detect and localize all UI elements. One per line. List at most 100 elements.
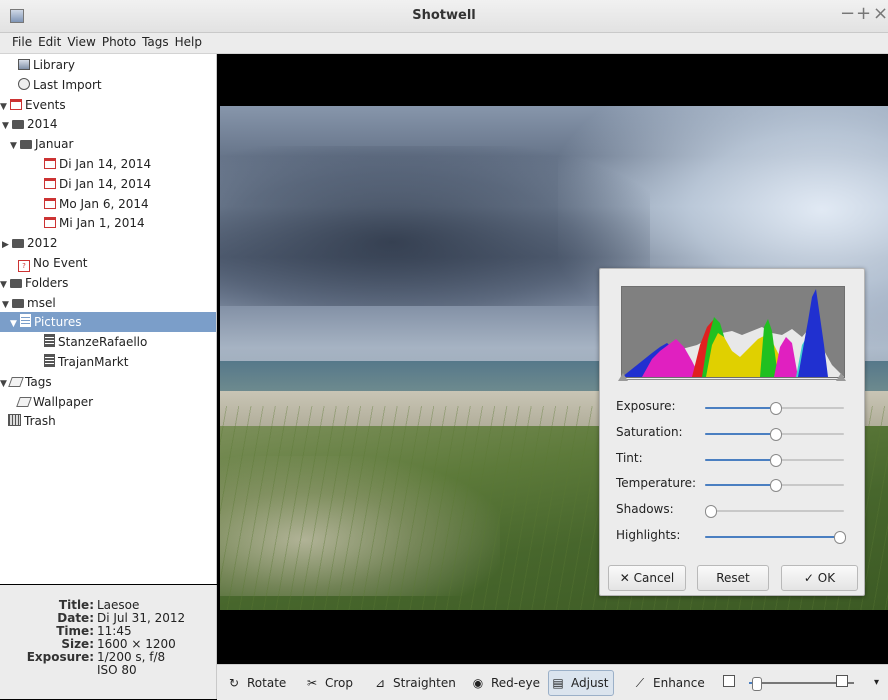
tag-icon [16, 396, 32, 407]
menu-help[interactable]: Help [172, 33, 205, 49]
adjust-slider[interactable] [705, 453, 844, 467]
folder-icon [12, 239, 24, 249]
adjust-slider[interactable] [705, 531, 846, 544]
close-button[interactable]: × [873, 5, 888, 23]
window-title: Shotwell [412, 8, 476, 23]
document-icon [44, 334, 55, 348]
adjust-slider[interactable] [705, 505, 844, 519]
folder-icon [10, 278, 22, 288]
sidebar-item[interactable]: TrajanMarkt [0, 352, 216, 372]
tag-icon [8, 376, 24, 387]
histogram-black-point-handle[interactable] [618, 373, 628, 381]
sidebar-item-label: Mo Jan 6, 2014 [59, 196, 149, 211]
menu-tags[interactable]: Tags [139, 33, 172, 49]
adjust-label: Shadows: [616, 502, 674, 517]
sidebar-item-label: No Event [33, 256, 88, 270]
sidebar-item[interactable]: Mi Jan 1, 2014 [0, 213, 216, 233]
cancel-button[interactable]: ✕ Cancel [608, 565, 686, 591]
sidebar-item-label: Last Import [33, 77, 102, 92]
folder-icon [12, 120, 24, 130]
sidebar-item-label: Di Jan 14, 2014 [59, 176, 152, 191]
title-bar: Shotwell − + × [0, 0, 888, 33]
adjust-slider-knob[interactable] [769, 453, 782, 467]
adjust-slider-knob[interactable] [769, 479, 782, 493]
photo-info-pane: Title: Laesoe Date: Di Jul 31, 2012 Time: 11:… [0, 585, 217, 699]
sidebar-item[interactable]: Di Jan 14, 2014 [0, 154, 216, 174]
sidebar-item[interactable]: StanzeRafaello [0, 332, 216, 352]
document-icon [44, 354, 55, 367]
menu-photo[interactable]: Photo [99, 33, 139, 49]
sidebar-item[interactable]: ▼ Tags [0, 372, 216, 392]
sidebar-item[interactable]: Wallpaper [0, 392, 216, 412]
adjust-slider[interactable] [705, 427, 844, 441]
adjust-row: Exposure: [616, 397, 856, 417]
event-icon [44, 217, 56, 229]
adjust-slider-knob[interactable] [769, 427, 782, 441]
event-icon [44, 158, 56, 169]
sidebar-item-label: StanzeRafaello [58, 335, 148, 350]
sidebar-item[interactable]: Mo Jan 6, 2014 [0, 194, 216, 214]
menu-view[interactable]: View [64, 33, 98, 49]
adjust-slider[interactable] [705, 402, 844, 415]
sidebar-item-label: Pictures [34, 315, 82, 330]
document-icon [20, 314, 31, 328]
sidebar-item-label: Di Jan 14, 2014 [59, 157, 152, 171]
info-value: ISO 80 [97, 663, 137, 677]
sidebar-item[interactable]: ▼ Januar [0, 134, 216, 154]
sidebar-item[interactable]: ▼ Folders [0, 273, 216, 293]
ok-button[interactable]: ✓ OK [781, 565, 858, 591]
enhance-button[interactable]: ⟋ Enhance [631, 672, 705, 694]
sidebar-item-label: Library [33, 58, 75, 72]
sidebar-item-label: TrajanMarkt [58, 355, 129, 369]
sidebar-item-label: Januar [35, 137, 74, 152]
straighten-button[interactable]: ⊿ Straighten [371, 672, 456, 694]
adjust-row: Highlights: [616, 526, 856, 546]
minimize-button[interactable]: − [840, 5, 855, 23]
histogram-graph [622, 289, 844, 377]
event-icon [44, 177, 56, 189]
adjust-row: Tint: [616, 449, 856, 469]
menu-file[interactable]: File [0, 33, 35, 49]
crop-button[interactable]: ✂ Crop [303, 672, 353, 694]
reset-button[interactable]: Reset [697, 565, 769, 591]
sidebar-item-label: Tags [25, 374, 52, 389]
sidebar-item[interactable]: Di Jan 14, 2014 [0, 174, 216, 194]
straighten-icon: ⊿ [374, 676, 386, 690]
adjust-label: Exposure: [616, 399, 676, 413]
rotate-button[interactable]: ↻ Rotate [225, 672, 286, 694]
sidebar-item[interactable]: Last Import [0, 75, 216, 95]
histogram-white-point-handle[interactable] [836, 373, 846, 381]
sidebar-item-label: Folders [25, 275, 69, 290]
sidebar-item[interactable]: ▼ msel [0, 293, 216, 313]
sidebar-item[interactable]: ▼ 2014 [0, 114, 216, 134]
zoom-in-icon[interactable] [836, 675, 848, 687]
folder-icon [20, 140, 32, 150]
sidebar-item[interactable]: ▼ Pictures [0, 312, 216, 333]
adjust-slider[interactable] [705, 479, 844, 493]
zoom-slider-handle[interactable] [751, 677, 762, 691]
maximize-button[interactable]: + [856, 5, 871, 23]
sidebar-item[interactable]: ▶ 2012 [0, 233, 216, 253]
menu-edit[interactable]: Edit [35, 33, 64, 49]
adjust-panel: Exposure: Saturation: Tint: Temperature: Sha… [599, 268, 865, 596]
toolbar-overflow-button[interactable]: ▾ [874, 672, 879, 694]
crop-icon: ✂ [306, 676, 318, 690]
sidebar-item[interactable]: Library [0, 55, 216, 75]
adjust-slider-knob[interactable] [769, 402, 782, 415]
adjust-slider-knob[interactable] [705, 505, 717, 519]
adjust-slider-knob[interactable] [834, 531, 846, 544]
eye-icon: ◉ [472, 676, 484, 690]
menu-bar: File Edit View Photo Tags Help [0, 33, 888, 54]
sidebar-item[interactable]: Trash [0, 411, 216, 431]
adjust-row: Saturation: [616, 423, 856, 443]
sidebar-item-label: 2014 [27, 117, 58, 132]
adjust-button[interactable]: ▤ Adjust [548, 670, 614, 696]
red-eye-button[interactable]: ◉ Red-eye [469, 672, 540, 694]
folder-icon [12, 298, 24, 308]
sidebar-item[interactable]: ▼ Events [0, 95, 216, 115]
zoom-out-icon[interactable] [723, 675, 735, 687]
sidebar-item-label: msel [27, 295, 56, 310]
sidebar-item-label: Trash [24, 414, 56, 429]
rotate-icon: ↻ [228, 676, 240, 690]
sidebar-item[interactable]: ? No Event [0, 253, 216, 273]
